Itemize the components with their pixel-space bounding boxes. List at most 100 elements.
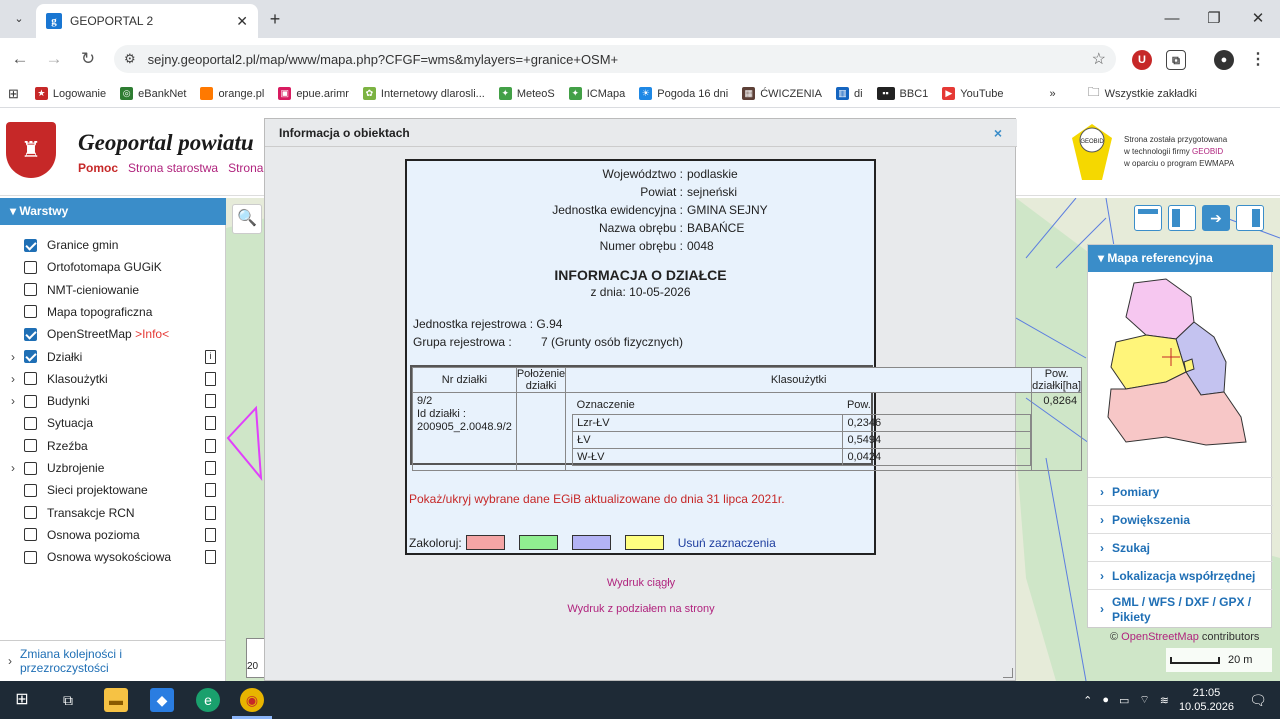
chevron-right-icon[interactable]: › xyxy=(6,350,20,364)
tray-app-icon[interactable]: ● xyxy=(1102,694,1109,706)
layer-checkbox[interactable] xyxy=(24,439,37,453)
bookmark-bbc1[interactable]: ▪▪ BBC1 xyxy=(876,87,928,100)
layer-item[interactable]: › Uzbrojenie xyxy=(0,457,226,479)
layer-item[interactable]: Transakcje RCN xyxy=(0,502,226,524)
starostwo-link[interactable]: Strona starostwa xyxy=(128,161,218,175)
layer-checkbox[interactable] xyxy=(24,483,37,497)
layer-checkbox[interactable] xyxy=(24,394,37,408)
dialog-close-button[interactable]: × xyxy=(989,124,1007,142)
color-swatch-green[interactable] xyxy=(518,535,558,550)
new-tab-button[interactable]: + xyxy=(264,8,286,30)
wifi-icon[interactable]: ≋ xyxy=(1160,694,1169,707)
color-swatch-yellow[interactable] xyxy=(624,535,664,550)
layer-doc-icon[interactable] xyxy=(205,438,216,453)
bookmarks-overflow-button[interactable]: » xyxy=(1050,88,1056,100)
layer-item[interactable]: › Budynki xyxy=(0,390,226,412)
profile-avatar[interactable]: ● xyxy=(1214,50,1234,70)
layer-item[interactable]: OpenStreetMap >Info< xyxy=(0,323,226,345)
strona-link[interactable]: Strona xyxy=(228,161,263,175)
layer-checkbox[interactable] xyxy=(24,416,37,430)
bookmark-icmapa[interactable]: ✦ ICMapa xyxy=(568,87,625,100)
apps-grid-icon[interactable]: ⊞ xyxy=(8,86,19,102)
reference-map-header[interactable]: ▾ Mapa referencyjna xyxy=(1088,245,1273,272)
layer-item[interactable]: Osnowa pozioma xyxy=(0,524,226,546)
windows-start-icon[interactable]: ⊞ xyxy=(10,688,34,712)
extensions-puzzle-icon[interactable]: ⧉ xyxy=(1166,50,1186,70)
close-window-button[interactable]: ✕ xyxy=(1238,6,1278,32)
bookmark-star-icon[interactable]: ☆ xyxy=(1092,49,1106,69)
layer-item[interactable]: Sytuacja xyxy=(0,412,226,434)
layer-info-doc-icon[interactable]: i xyxy=(205,349,216,364)
panel-measure[interactable]: › Pomiary xyxy=(1088,477,1273,505)
url-text[interactable]: sejny.geoportal2.pl/map/www/mapa.php?CFG… xyxy=(148,52,1080,67)
bookmark-epue[interactable]: ▣ epue.arimr xyxy=(278,87,349,100)
color-swatch-blue[interactable] xyxy=(571,535,611,550)
chevron-right-icon[interactable]: › xyxy=(6,394,20,408)
layout-left-icon[interactable] xyxy=(1168,205,1196,231)
layer-checkbox[interactable] xyxy=(24,260,37,274)
resize-handle[interactable] xyxy=(1003,668,1013,678)
layer-checkbox[interactable] xyxy=(24,372,37,386)
bookmark-youtube[interactable]: ▶ YouTube xyxy=(942,87,1004,100)
help-link[interactable]: Pomoc xyxy=(78,161,118,175)
layout-right-icon[interactable] xyxy=(1236,205,1264,231)
minimize-button[interactable]: — xyxy=(1152,6,1192,32)
layer-doc-icon[interactable] xyxy=(205,505,216,520)
dialog-title[interactable]: Informacja o obiektach xyxy=(265,119,1017,147)
notifications-icon[interactable]: 🗨 xyxy=(1246,688,1270,712)
panel-export[interactable]: › GML / WFS / DXF / GPX / Pikiety xyxy=(1088,589,1273,629)
panel-search[interactable]: › Szukaj xyxy=(1088,533,1273,561)
network-icon[interactable]: ⌔ xyxy=(1139,693,1149,707)
back-button[interactable]: ← xyxy=(8,47,32,71)
layer-doc-icon[interactable] xyxy=(205,550,216,565)
site-settings-icon[interactable]: ⚙ xyxy=(124,51,136,67)
bookmark-cwiczenia[interactable]: ▦ ĆWICZENIA xyxy=(742,87,822,100)
panel-zooms[interactable]: › Powiększenia xyxy=(1088,505,1273,533)
layer-checkbox[interactable] xyxy=(24,283,37,297)
layer-checkbox[interactable] xyxy=(24,350,37,363)
tab-close-icon[interactable]: ✕ xyxy=(236,13,248,30)
zoom-search-button[interactable]: 🔍 xyxy=(232,204,262,234)
battery-icon[interactable]: ▭ xyxy=(1119,694,1129,707)
layer-doc-icon[interactable] xyxy=(205,394,216,409)
reorder-transparency-link[interactable]: › Zmiana kolejności i przezroczystości xyxy=(0,640,226,681)
layer-doc-icon[interactable] xyxy=(205,371,216,386)
show-hidden-icons[interactable]: ⌃ xyxy=(1083,694,1092,707)
layer-checkbox[interactable] xyxy=(24,550,37,564)
reload-button[interactable]: ↻ xyxy=(76,47,100,71)
ublock-extension-icon[interactable]: U xyxy=(1132,50,1152,70)
bookmark-meteos[interactable]: ✦ MeteoS xyxy=(498,87,555,100)
layer-checkbox[interactable] xyxy=(24,528,37,542)
restore-button[interactable]: ❐ xyxy=(1194,6,1234,32)
layer-item[interactable]: › Klasoużytki xyxy=(0,368,226,390)
layout-top-icon[interactable] xyxy=(1134,205,1162,231)
layer-doc-icon[interactable] xyxy=(205,461,216,475)
store-icon[interactable]: ◆ xyxy=(150,688,174,712)
clock[interactable]: 21:05 10.05.2026 xyxy=(1179,686,1234,714)
menu-kebab-icon[interactable]: ⋮ xyxy=(1248,50,1268,70)
layer-checkbox[interactable] xyxy=(24,461,37,475)
layer-item[interactable]: NMT-cieniowanie xyxy=(0,279,226,301)
layer-item[interactable]: Sieci projektowane xyxy=(0,479,226,501)
layer-checkbox[interactable] xyxy=(24,238,37,252)
layer-checkbox[interactable] xyxy=(24,305,37,319)
bookmark-pogoda[interactable]: ☀ Pogoda 16 dni xyxy=(639,87,728,100)
color-swatch-red[interactable] xyxy=(465,535,505,550)
panel-coordinates[interactable]: › Lokalizacja współrzędnej xyxy=(1088,561,1273,589)
chrome-icon[interactable]: ◉ xyxy=(240,688,264,712)
layer-item[interactable]: Ortofotomapa GUGiK xyxy=(0,256,226,278)
layer-doc-icon[interactable] xyxy=(205,483,216,498)
reference-map[interactable] xyxy=(1096,277,1264,449)
chevron-right-icon[interactable]: › xyxy=(6,372,20,386)
bookmark-logowanie[interactable]: ★ Logowanie xyxy=(34,87,106,100)
osm-link[interactable]: OpenStreetMap xyxy=(1121,631,1199,643)
layer-item[interactable]: Mapa topograficzna xyxy=(0,301,226,323)
geobid-link[interactable]: GEOBID xyxy=(1192,147,1223,156)
forward-button[interactable]: → xyxy=(42,47,66,71)
layer-item[interactable]: Rzeźba xyxy=(0,435,226,457)
browser-tab[interactable]: g GEOPORTAL 2 ✕ xyxy=(36,4,258,38)
file-explorer-icon[interactable]: ▬ xyxy=(104,688,128,712)
layer-doc-icon[interactable] xyxy=(205,416,216,431)
layer-item[interactable]: Granice gmin xyxy=(0,234,226,256)
bookmark-ebanknet[interactable]: ◎ eBankNet xyxy=(120,87,186,100)
